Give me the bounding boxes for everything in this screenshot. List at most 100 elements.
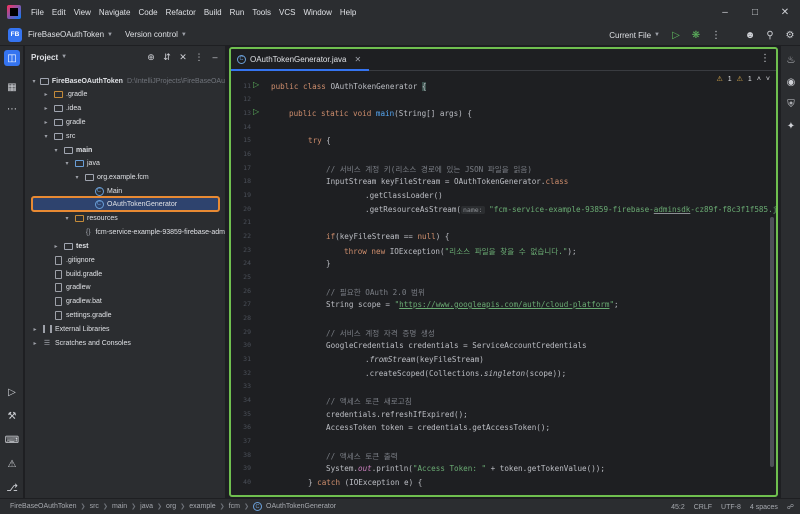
editor-tab-oauth[interactable]: C OAuthTokenGenerator.java ✕ [231,49,370,71]
tree-item-settings-gradle[interactable]: settings.gradle [50,309,225,321]
expand-arrow-icon[interactable]: ▸ [31,340,39,347]
line-separator[interactable]: CRLF [694,504,712,511]
breadcrumb-java[interactable]: java [138,503,155,510]
settings-gear-icon[interactable]: ⚙ [780,25,800,45]
run-gutter-icon[interactable]: ▷ [253,80,259,89]
expand-arrow-icon[interactable]: ▸ [42,105,50,112]
tree-item-gitignore[interactable]: .gitignore [50,254,225,266]
notifications-bell-icon[interactable]: ♨ [783,52,799,68]
run-panel-icon[interactable]: ▷ [4,384,20,400]
panel-title[interactable]: Project [31,53,58,62]
tree-item-idea-folder[interactable]: ▸ .idea [42,102,225,114]
tree-item-gradle-folder[interactable]: ▸ .gradle [42,88,225,100]
code-url-link[interactable]: https://www.googleapis.com/auth/cloud-pl… [399,300,609,309]
minimize-icon[interactable]: – [710,0,740,24]
search-icon[interactable]: ⚲ [760,25,780,45]
expand-arrow-icon[interactable]: ▸ [42,119,50,126]
tree-item-main[interactable]: ▾ main [52,144,225,156]
tree-item-scratches[interactable]: ▸ ☰ Scratches and Consoles [31,337,225,349]
hide-panel-icon[interactable]: – [209,50,221,64]
run-icon[interactable]: ▷ [666,25,686,45]
expand-arrow-icon[interactable]: ▾ [52,147,60,154]
tree-item-gradlew[interactable]: gradlew [50,281,225,293]
more-icon[interactable]: ⋮ [706,25,726,45]
terminal-icon[interactable]: ⌨ [4,432,20,448]
breadcrumb-main[interactable]: main [110,503,129,510]
menu-run[interactable]: Run [226,8,249,17]
ai-assistant-icon[interactable]: ✦ [783,118,799,134]
gradle-elephant-icon[interactable]: ◉ [783,74,799,90]
breadcrumb-project[interactable]: FireBaseOAuthToken [8,503,79,510]
menu-build[interactable]: Build [200,8,226,17]
tree-item-resources[interactable]: ▾ resources [63,212,225,224]
chevron-down-icon[interactable]: ▼ [61,54,67,60]
breadcrumb-class[interactable]: OAuthTokenGenerator [264,503,338,510]
tree-item-test[interactable]: ▸ test [52,240,225,252]
tree-item-java[interactable]: ▾ java [63,157,225,169]
tree-item-json-file[interactable]: {} fcm-service-example-93859-firebase-ad… [81,226,225,238]
close-icon[interactable]: ✕ [770,0,800,24]
close-tab-icon[interactable]: ✕ [355,55,362,64]
menu-help[interactable]: Help [336,8,360,17]
run-config-selector[interactable]: Current File [609,31,651,40]
expand-arrow-icon[interactable]: ▾ [63,215,71,222]
debug-icon[interactable]: ❋ [686,25,706,45]
menu-navigate[interactable]: Navigate [95,8,135,17]
menu-view[interactable]: View [70,8,95,17]
project-name[interactable]: FireBaseOAuthToken [28,30,104,39]
caret-position[interactable]: 45:2 [671,504,685,511]
structure-icon[interactable]: ▦ [4,79,20,95]
expand-arrow-icon[interactable]: ▸ [52,243,60,250]
file-encoding[interactable]: UTF-8 [721,504,741,511]
collapse-all-icon[interactable]: ✕ [177,50,189,64]
chevron-down-icon[interactable]: ▼ [654,32,660,38]
tree-item-gradlew-bat[interactable]: gradlew.bat [50,295,225,307]
build-hammer-icon[interactable]: ⚒ [4,408,20,424]
breadcrumb-fcm[interactable]: fcm [227,503,242,510]
menu-edit[interactable]: Edit [48,8,70,17]
add-user-icon[interactable]: ☻ [740,25,760,45]
breadcrumb-example[interactable]: example [187,503,217,510]
tree-item-external-libraries[interactable]: ▸ External Libraries [31,323,225,335]
tree-item-build-gradle[interactable]: build.gradle [50,268,225,280]
tree-item-src[interactable]: ▾ src [42,130,225,142]
chevron-down-icon[interactable]: ▼ [107,32,113,38]
git-icon[interactable]: ⎇ [4,480,20,496]
vertical-scrollbar[interactable] [770,217,774,467]
expand-collapse-icon[interactable]: ⇵ [161,50,173,64]
expand-arrow-icon[interactable]: ▸ [31,326,39,333]
menu-window[interactable]: Window [299,8,335,17]
more-options-icon[interactable]: ⋮ [760,53,770,64]
expand-arrow-icon[interactable]: ▾ [73,174,81,181]
lock-icon[interactable]: ☍ [787,503,794,511]
tree-item-main-class[interactable]: C Main [91,185,225,197]
tree-item-gradle-dir[interactable]: ▸ gradle [42,116,225,128]
more-options-icon[interactable]: ⋮ [193,50,205,64]
tree-item-project-root[interactable]: ▾ FireBaseOAuthToken D:\IntelliJProjects… [31,75,225,87]
problems-icon[interactable]: ⚠ [4,456,20,472]
menu-vcs[interactable]: VCS [275,8,299,17]
version-control-menu[interactable]: Version control [125,30,178,39]
menu-tools[interactable]: Tools [248,8,275,17]
code-area[interactable]: 11 12 13 14 15 16 17 18 19 20 21 22 23 2… [231,72,776,495]
menu-file[interactable]: File [27,8,48,17]
tree-item-package[interactable]: ▾ org.example.fcm [73,171,225,183]
database-icon[interactable]: ⛨ [783,96,799,112]
expand-arrow-icon[interactable]: ▸ [42,91,50,98]
menu-refactor[interactable]: Refactor [162,8,200,17]
breadcrumb-src[interactable]: src [88,503,101,510]
indent-setting[interactable]: 4 spaces [750,504,778,511]
maximize-icon[interactable]: □ [740,0,770,24]
breadcrumb-org[interactable]: org [164,503,178,510]
expand-arrow-icon[interactable]: ▾ [31,78,37,85]
expand-arrow-icon[interactable]: ▾ [42,133,50,140]
chevron-down-icon[interactable]: ▼ [181,32,187,38]
run-gutter-icon[interactable]: ▷ [253,107,259,116]
locate-target-icon[interactable]: ⊕ [145,50,157,64]
project-badge[interactable]: FB [8,27,22,42]
tree-item-oauth-class[interactable]: C OAuthTokenGenerator [91,198,219,210]
menu-code[interactable]: Code [134,8,161,17]
project-folder-icon[interactable]: ◫ [4,50,20,66]
more-tools-icon[interactable]: ⋯ [4,101,20,117]
expand-arrow-icon[interactable]: ▾ [63,160,71,167]
